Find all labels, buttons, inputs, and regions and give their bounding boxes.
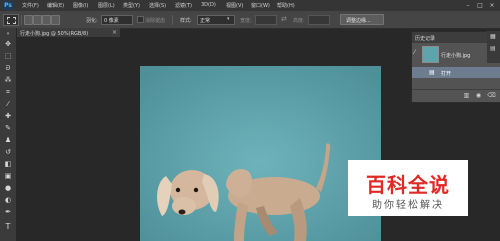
menu-filter[interactable]: 滤镜(T) — [175, 2, 192, 9]
history-step-label: 打开 — [441, 71, 452, 77]
collapse-icon[interactable]: » — [3, 30, 13, 39]
menu-image[interactable]: 图像(I) — [73, 2, 88, 9]
style-value: 正常 — [200, 18, 211, 24]
menu-window[interactable]: 窗口(W) — [251, 2, 270, 9]
menu-help[interactable]: 帮助(H) — [277, 2, 295, 9]
width-label: 宽度: — [240, 18, 252, 24]
gradient-icon[interactable]: ▣ — [3, 172, 13, 181]
antialias-label: 消除锯齿 — [145, 18, 166, 24]
feather-label: 羽化: — [86, 18, 98, 24]
height-label: 高度: — [293, 18, 305, 24]
intersect-selection-icon[interactable] — [51, 15, 60, 25]
close-icon[interactable]: × — [112, 29, 117, 36]
style-label: 样式: — [180, 18, 192, 24]
history-step-open[interactable]: ▤ 打开 — [412, 67, 500, 78]
clone-stamp-icon[interactable]: ♟ — [3, 136, 13, 145]
subtract-selection-icon[interactable] — [42, 15, 51, 25]
chevron-down-icon: ▾ — [227, 16, 230, 22]
image-canvas[interactable] — [140, 66, 381, 241]
pen-icon[interactable]: ✒ — [3, 208, 13, 217]
watermark-badge: 百科全说 助你轻松解决 — [348, 160, 468, 216]
magic-wand-icon[interactable]: ⁂ — [3, 76, 13, 85]
height-input[interactable] — [308, 15, 330, 25]
eraser-icon[interactable]: ◧ — [3, 160, 13, 169]
new-document-from-state-icon[interactable]: ▥ — [462, 92, 471, 100]
tools-panel: » ✥ ⬚ ᘐ ⁂ ⌗ ⁄ ✚ ✎ ♟ ↺ ◧ ▣ ● ◐ ✒ T — [0, 28, 17, 241]
separator — [21, 15, 22, 25]
menu-view[interactable]: 视图(V) — [226, 2, 243, 9]
type-tool-icon[interactable]: T — [3, 222, 13, 231]
maximize-icon[interactable]: □ — [474, 1, 486, 10]
properties-panel-icon[interactable]: ▤ — [490, 45, 496, 52]
options-bar: 羽化: 0 像素 消除锯齿 样式: 正常 ▾ 宽度: ⇄ 高度: 调整边缘... — [0, 11, 500, 29]
crop-icon[interactable]: ⌗ — [3, 88, 13, 97]
photoshop-logo: Ps — [3, 1, 13, 10]
refine-edge-button[interactable]: 调整边缘... — [340, 14, 384, 25]
menu-edit[interactable]: 编辑(E) — [47, 2, 64, 9]
menu-3d[interactable]: 3D(D) — [201, 2, 216, 8]
brush-icon[interactable]: ✎ — [3, 124, 13, 133]
marquee-tool-preset-icon[interactable] — [3, 14, 19, 26]
trash-icon[interactable]: ⌫ — [487, 92, 496, 100]
add-to-selection-icon[interactable] — [33, 15, 42, 25]
dog-photo — [140, 66, 381, 241]
width-input[interactable] — [255, 15, 277, 25]
style-select[interactable]: 正常 ▾ — [197, 15, 235, 25]
feather-input[interactable]: 0 像素 — [101, 15, 133, 25]
dodge-icon[interactable]: ◐ — [3, 196, 13, 205]
watermark-subtitle: 助你轻松解决 — [372, 200, 444, 211]
history-panel-footer: ▥ ◉ ⌫ — [412, 89, 500, 102]
move-tool-icon[interactable]: ✥ — [3, 40, 13, 49]
blur-icon[interactable]: ● — [3, 184, 13, 193]
snapshot-thumbnail — [422, 46, 439, 63]
watermark-title: 百科全说 — [366, 173, 450, 197]
document-icon: ▤ — [429, 69, 435, 76]
menu-select[interactable]: 选择(S) — [149, 2, 166, 9]
document-tab-label: 行走小狗.jpg @ 50%(RGB/8) — [20, 31, 89, 37]
menu-file[interactable]: 文件(F) — [22, 2, 39, 9]
create-snapshot-icon[interactable]: ◉ — [474, 92, 483, 100]
close-window-icon[interactable]: × — [486, 1, 498, 10]
new-selection-icon[interactable] — [24, 15, 33, 25]
menu-bar: Ps 文件(F) 编辑(E) 图像(I) 图层(L) 类型(Y) 选择(S) 滤… — [0, 0, 500, 11]
antialias-checkbox[interactable] — [137, 16, 144, 23]
history-panel-title: 历史记录 — [415, 36, 436, 42]
snapshot-label: 行走小狗.jpg — [441, 53, 471, 59]
history-panel-icon[interactable]: ▦ — [490, 33, 496, 40]
menu-type[interactable]: 类型(Y) — [123, 2, 140, 9]
swap-dimensions-icon[interactable]: ⇄ — [281, 15, 287, 23]
feather-value: 0 像素 — [104, 18, 119, 24]
history-brush-source-icon[interactable]: ⁄ — [414, 49, 415, 56]
menu-layer[interactable]: 图层(L) — [98, 2, 115, 9]
eyedropper-icon[interactable]: ⁄ — [3, 100, 13, 109]
minimize-icon[interactable]: – — [462, 1, 474, 10]
healing-brush-icon[interactable]: ✚ — [3, 112, 13, 121]
document-tab[interactable]: 行走小狗.jpg @ 50%(RGB/8) × — [17, 28, 121, 37]
rectangular-marquee-icon[interactable]: ⬚ — [3, 52, 13, 61]
separator — [172, 15, 173, 25]
refine-edge-label: 调整边缘... — [346, 18, 371, 24]
history-brush-icon[interactable]: ↺ — [3, 148, 13, 157]
collapsed-panels-strip: ▦ ▤ — [487, 31, 500, 63]
lasso-icon[interactable]: ᘐ — [3, 64, 13, 73]
